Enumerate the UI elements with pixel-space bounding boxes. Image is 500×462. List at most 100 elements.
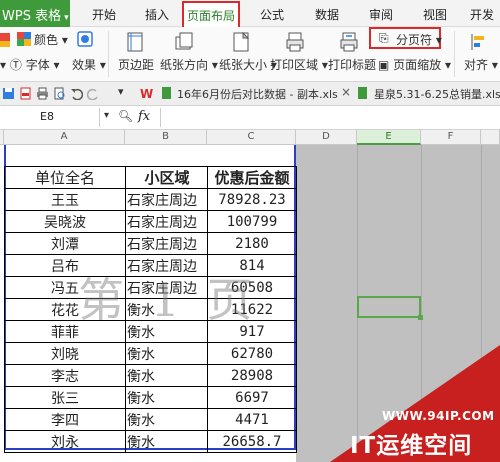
paper-size-icon[interactable] (232, 31, 250, 52)
export-pdf-icon[interactable] (19, 87, 32, 100)
col-header-g[interactable] (481, 130, 500, 145)
cell-amount[interactable]: 26658.7 (207, 430, 297, 453)
redo-icon[interactable] (86, 87, 100, 101)
cell-name[interactable]: 刘永 (4, 430, 126, 453)
print-area-icon[interactable] (286, 32, 304, 52)
cell-area[interactable]: 衡水 (125, 408, 208, 431)
col-header-b[interactable]: B (125, 130, 207, 145)
formula-input[interactable] (160, 108, 500, 127)
tab-home[interactable]: 开始 (92, 6, 116, 23)
tab-view[interactable]: 视图 (423, 6, 447, 23)
ribbon-divider (454, 31, 455, 77)
doc-tab-sales[interactable]: 星泉5.31-6.25总销量.xls * (374, 86, 500, 102)
header-cell-name[interactable]: 单位全名 (4, 166, 126, 189)
cell-area[interactable]: 衡水 (125, 386, 208, 409)
sheet-file-icon (358, 87, 368, 100)
cell-area[interactable]: 石家庄周边 (125, 210, 208, 233)
cell-amount[interactable]: 4471 (207, 408, 297, 431)
cell-name[interactable]: 李志 (4, 364, 126, 387)
cell-amount[interactable]: 2180 (207, 232, 297, 255)
undo-icon[interactable] (70, 87, 84, 101)
page-margin-icon[interactable] (126, 32, 144, 52)
page-margin-button[interactable]: 页边距 (118, 56, 154, 73)
orientation-icon[interactable] (175, 32, 193, 52)
col-header-c[interactable]: C (207, 130, 296, 145)
cell-name[interactable]: 刘潭 (4, 232, 126, 255)
menu-bar: WPS 表格▾ 开始 插入 页面布局 公式 数据 审阅 视图 开发工 (0, 0, 500, 39)
save-icon[interactable] (2, 87, 15, 100)
tab-formulas[interactable]: 公式 (260, 6, 284, 23)
cell-area[interactable]: 衡水 (125, 342, 208, 365)
col-header-f[interactable]: F (421, 130, 481, 145)
table-row: 王玉 石家庄周边 78928.23 (4, 188, 297, 211)
align-icon[interactable] (470, 32, 488, 52)
chevron-down-icon[interactable]: ▾ (118, 85, 124, 98)
orientation-label: 纸张方向 (160, 58, 209, 72)
page-break-button[interactable]: ⎘ 分页符 ▾ (369, 27, 442, 49)
tab-review[interactable]: 审阅 (369, 6, 393, 23)
cell-area[interactable]: 衡水 (125, 430, 208, 453)
header-cell-amount[interactable]: 优惠后金额 (207, 166, 297, 189)
col-header-d[interactable]: D (296, 130, 357, 145)
paper-size-label: 纸张大小 (219, 58, 268, 72)
cell-name[interactable]: 吴晓波 (4, 210, 126, 233)
doc-tab-compare[interactable]: 16年6月份后对比数据 - 副本.xls (177, 86, 338, 102)
paper-size-button[interactable]: 纸张大小 ▾ (219, 56, 277, 73)
brand-url: WWW.94IP.COM (382, 409, 495, 423)
print-icon[interactable] (36, 87, 49, 100)
close-icon[interactable]: × (341, 85, 351, 99)
table-row: 刘潭 石家庄周边 2180 (4, 232, 297, 255)
svg-text:W: W (140, 87, 153, 100)
cell-amount[interactable]: 78928.23 (207, 188, 297, 211)
header-cell-area[interactable]: 小区域 (125, 166, 208, 189)
cell-amount[interactable]: 100799 (207, 210, 297, 233)
font-button[interactable]: ▾ Ⓣ 字体 ▾ (0, 56, 60, 73)
tab-page-layout[interactable]: 页面布局 (182, 1, 241, 28)
cell-name[interactable]: 张三 (4, 386, 126, 409)
effects-icon[interactable] (77, 31, 93, 47)
name-box[interactable]: E8 (0, 108, 100, 127)
cell-amount[interactable]: 62780 (207, 342, 297, 365)
theme-icon[interactable] (0, 31, 12, 51)
orientation-button[interactable]: 纸张方向 ▾ (160, 56, 218, 73)
selected-cell-e8[interactable] (357, 296, 423, 320)
cell-name[interactable]: 刘晓 (4, 342, 126, 365)
ribbon-divider (108, 31, 109, 77)
page-scale-button[interactable]: ▣ 页面缩放 ▾ (378, 56, 451, 73)
cell-area[interactable]: 石家庄周边 (125, 232, 208, 255)
zoom-icon[interactable]: 🔍︎ (118, 109, 133, 123)
page-number-watermark: 第 1 页 (78, 273, 259, 327)
cell-area[interactable]: 石家庄周边 (125, 188, 208, 211)
col-header-e[interactable]: E (357, 130, 421, 145)
cell-amount[interactable]: 6697 (207, 386, 297, 409)
print-titles-button[interactable]: 打印标题 (328, 56, 376, 73)
align-label: 对齐 (464, 58, 489, 72)
wps-logo-icon: W (140, 87, 153, 101)
cell-amount[interactable]: 28908 (207, 364, 297, 387)
cell-reference: E8 (40, 110, 54, 123)
tab-insert[interactable]: 插入 (145, 6, 169, 23)
cell-name[interactable]: 李四 (4, 408, 126, 431)
font-icon: Ⓣ (9, 58, 22, 72)
color-palette-icon[interactable] (17, 32, 31, 46)
font-label: 字体 (25, 58, 50, 72)
function-button[interactable]: fx (138, 109, 150, 124)
table-header-row: 单位全名 小区域 优惠后金额 (4, 166, 297, 189)
color-button[interactable]: 颜色 ▾ (34, 31, 68, 48)
print-titles-icon[interactable] (340, 32, 358, 52)
table-row: 李志 衡水 28908 (4, 364, 297, 387)
cell-name[interactable]: 王玉 (4, 188, 126, 211)
col-header-a[interactable]: A (4, 130, 125, 145)
page-scale-label: 页面缩放 (393, 58, 442, 72)
print-preview-icon[interactable] (53, 87, 66, 100)
table-row: 吴晓波 石家庄周边 100799 (4, 210, 297, 233)
print-area-button[interactable]: 打印区域 ▾ (270, 56, 328, 73)
chevron-down-icon[interactable]: ▾ (104, 110, 109, 121)
wps-app-button[interactable]: WPS 表格 ▾ (0, 0, 70, 27)
tab-data[interactable]: 数据 (315, 6, 339, 23)
table-row: 李四 衡水 4471 (4, 408, 297, 431)
align-button[interactable]: 对齐 ▾ (464, 56, 498, 73)
ribbon: 颜色 ▾ ▾ Ⓣ 字体 ▾ 效果 ▾ 页边距 纸张方向 ▾ 纸张大小 ▾ 打印区… (0, 27, 500, 82)
cell-area[interactable]: 衡水 (125, 364, 208, 387)
effects-button[interactable]: 效果 ▾ (72, 56, 106, 73)
